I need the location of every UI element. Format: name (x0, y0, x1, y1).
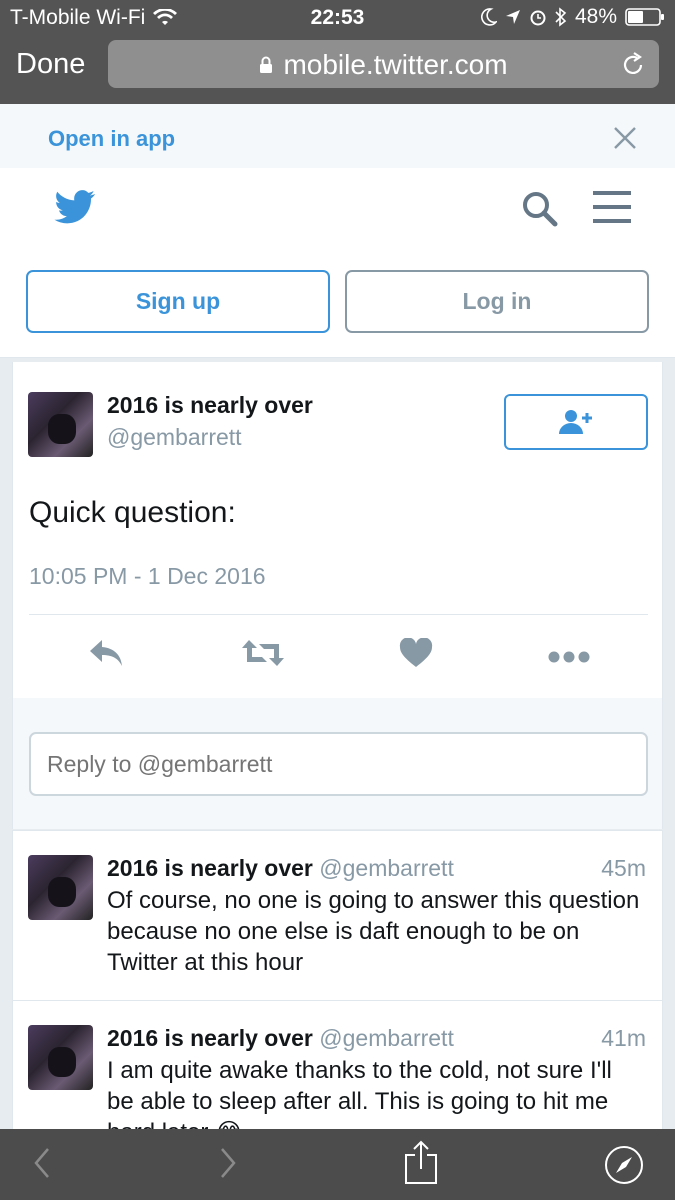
more-icon[interactable] (548, 638, 590, 668)
reply-tweet[interactable]: 2016 is nearly over @gembarrett 41m I am… (12, 1000, 663, 1146)
alarm-icon (530, 10, 546, 26)
reply-text: Of course, no one is going to answer thi… (107, 887, 640, 976)
reply-icon[interactable] (88, 638, 124, 668)
main-tweet: 2016 is nearly over @gembarrett Quick qu… (12, 362, 663, 698)
login-button[interactable]: Log in (345, 270, 649, 333)
location-icon (505, 10, 520, 24)
back-icon[interactable] (32, 1145, 52, 1181)
done-button[interactable]: Done (16, 48, 85, 81)
add-user-icon (559, 410, 592, 434)
author-name[interactable]: 2016 is nearly over (107, 855, 313, 881)
open-in-app-link[interactable]: Open in app (48, 126, 175, 152)
reply-header: 2016 is nearly over @gembarrett 41m (107, 1025, 646, 1052)
site-header: Sign up Log in (0, 168, 675, 358)
reply-time[interactable]: 41m (601, 1025, 646, 1052)
close-icon[interactable] (613, 126, 637, 150)
tweet-text: Quick question: (29, 496, 236, 529)
tweet-timestamp[interactable]: 10:05 PM - 1 Dec 2016 (29, 563, 266, 590)
share-icon[interactable] (403, 1139, 439, 1185)
url-text: mobile.twitter.com (283, 49, 508, 80)
author-handle[interactable]: @gembarrett (319, 1025, 454, 1051)
reply-area (12, 698, 663, 829)
battery-percent: 48% (574, 5, 617, 28)
reply-time[interactable]: 45m (601, 855, 646, 882)
address-bar-content: mobile.twitter.com (108, 49, 659, 81)
lock-icon (260, 56, 273, 73)
avatar[interactable] (28, 392, 93, 457)
compass-icon[interactable] (604, 1145, 644, 1185)
search-icon[interactable] (521, 190, 559, 228)
bluetooth-icon (555, 7, 567, 27)
avatar[interactable] (28, 1025, 93, 1090)
author-name[interactable]: 2016 is nearly over (107, 1025, 313, 1051)
browser-bar: Done mobile.twitter.com (0, 34, 675, 104)
like-icon[interactable] (399, 638, 433, 668)
menu-icon[interactable] (592, 190, 632, 224)
author-handle[interactable]: @gembarrett (107, 424, 242, 451)
open-in-app-banner: Open in app (0, 104, 675, 168)
retweet-icon[interactable] (241, 638, 285, 668)
reply-tweet[interactable]: 2016 is nearly over @gembarrett 45m Of c… (12, 830, 663, 1000)
avatar[interactable] (28, 855, 93, 920)
twitter-logo-icon[interactable] (54, 190, 96, 224)
status-icons: 48% (481, 5, 665, 29)
tweet-actions (13, 638, 664, 678)
author-name[interactable]: 2016 is nearly over (107, 392, 313, 419)
moon-icon (481, 8, 497, 26)
signup-button[interactable]: Sign up (26, 270, 330, 333)
status-bar: T-Mobile Wi-Fi 22:53 48% (0, 0, 675, 34)
battery-icon (625, 8, 664, 26)
author-handle[interactable]: @gembarrett (319, 855, 454, 881)
reload-icon[interactable] (621, 51, 645, 77)
browser-toolbar (0, 1129, 675, 1200)
reply-input[interactable] (29, 732, 648, 796)
divider (29, 614, 648, 615)
forward-icon[interactable] (218, 1145, 238, 1181)
address-bar[interactable]: mobile.twitter.com (108, 40, 659, 88)
follow-button[interactable] (504, 394, 648, 450)
reply-header: 2016 is nearly over @gembarrett 45m (107, 855, 646, 882)
